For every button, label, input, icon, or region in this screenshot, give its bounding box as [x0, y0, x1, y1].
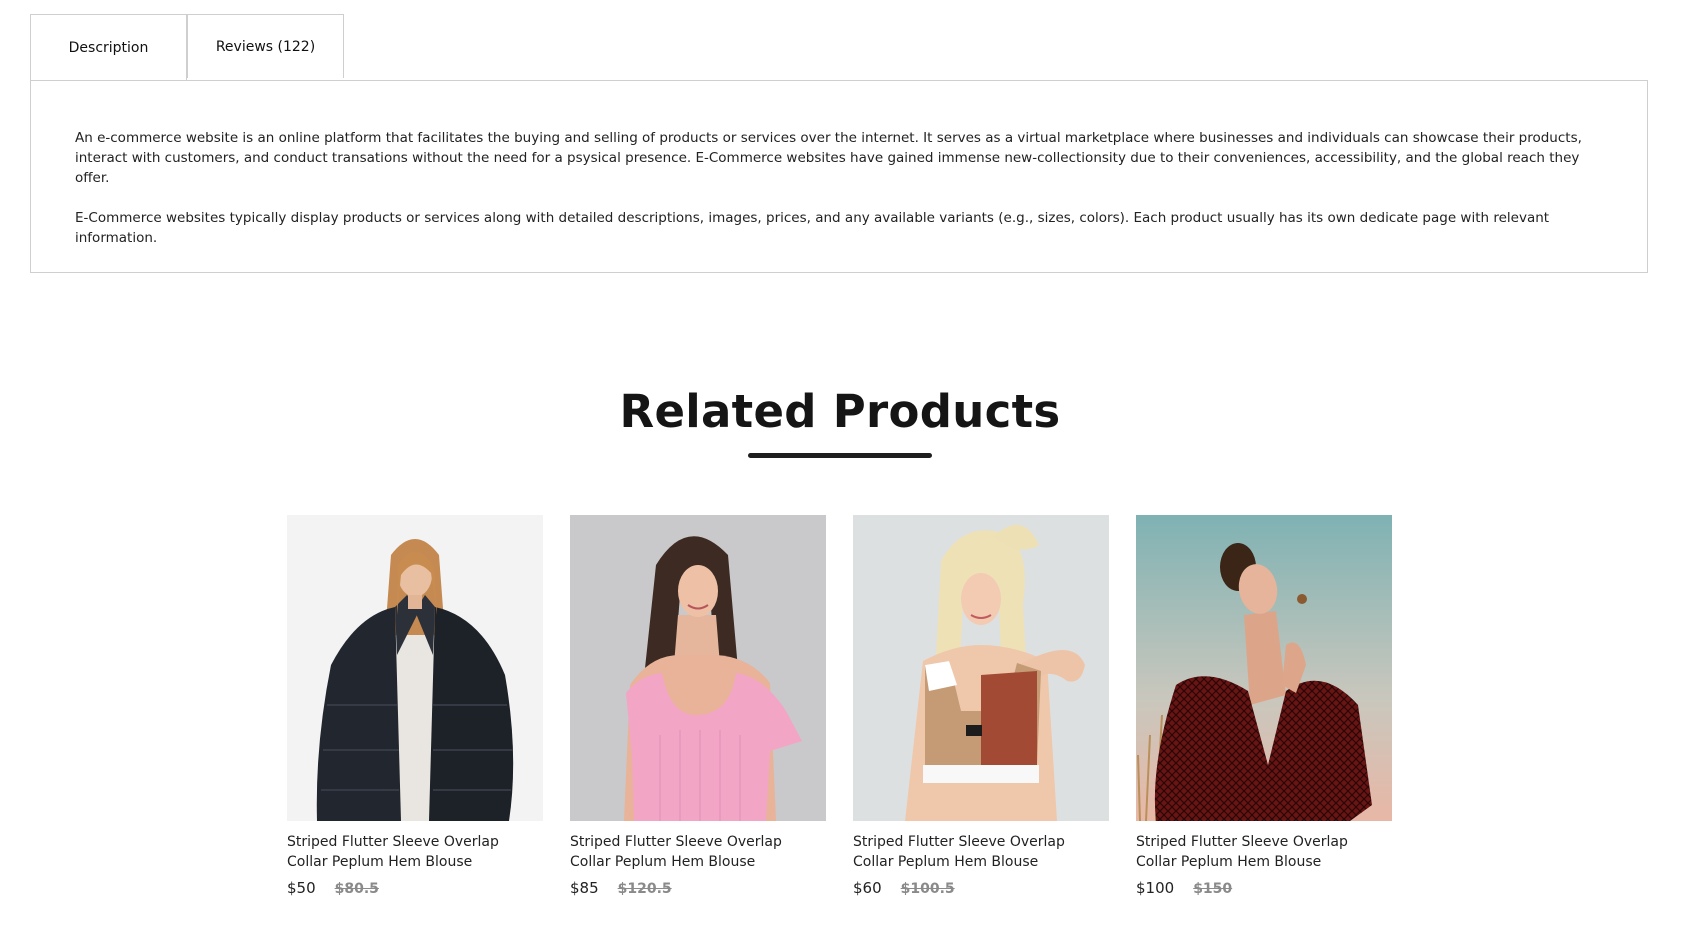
product-photo-sports-bra: [853, 515, 1109, 821]
price-row: $100 $150: [1136, 879, 1392, 897]
product-card[interactable]: Striped Flutter Sleeve Overlap Collar Pe…: [287, 515, 543, 897]
product-name[interactable]: Striped Flutter Sleeve Overlap Collar Pe…: [1136, 832, 1392, 872]
product-card[interactable]: Striped Flutter Sleeve Overlap Collar Pe…: [853, 515, 1109, 897]
product-price: $100: [1136, 879, 1175, 897]
price-row: $85 $120.5: [570, 879, 826, 897]
product-price: $50: [287, 879, 316, 897]
product-name[interactable]: Striped Flutter Sleeve Overlap Collar Pe…: [570, 832, 826, 872]
product-old-price: $150: [1193, 881, 1233, 897]
title-underline: [748, 453, 932, 458]
product-old-price: $80.5: [334, 881, 379, 897]
product-tabs: Description Reviews (122): [30, 14, 344, 80]
product-image[interactable]: [853, 515, 1109, 821]
price-row: $60 $100.5: [853, 879, 1109, 897]
product-old-price: $120.5: [617, 881, 672, 897]
product-old-price: $100.5: [900, 881, 955, 897]
product-photo-pink-top: [570, 515, 826, 821]
related-products-title: Related Products: [619, 385, 1061, 438]
tab-description[interactable]: Description: [30, 14, 187, 80]
product-card[interactable]: Striped Flutter Sleeve Overlap Collar Pe…: [570, 515, 826, 897]
product-name[interactable]: Striped Flutter Sleeve Overlap Collar Pe…: [287, 832, 543, 872]
product-price: $60: [853, 879, 882, 897]
product-image[interactable]: [287, 515, 543, 821]
product-price: $85: [570, 879, 599, 897]
product-image[interactable]: [1136, 515, 1392, 821]
description-panel: An e-commerce website is an online platf…: [30, 80, 1648, 273]
product-image[interactable]: [570, 515, 826, 821]
description-paragraph: E-Commerce websites typically display pr…: [75, 210, 1550, 246]
price-row: $50 $80.5: [287, 879, 543, 897]
product-card[interactable]: Striped Flutter Sleeve Overlap Collar Pe…: [1136, 515, 1392, 897]
related-products-grid: Striped Flutter Sleeve Overlap Collar Pe…: [287, 515, 1392, 897]
product-photo-black-fur-jacket: [287, 515, 543, 821]
description-paragraph: An e-commerce website is an online platf…: [75, 130, 1582, 186]
product-photo-red-patterned-blouse: [1136, 515, 1392, 821]
tab-reviews[interactable]: Reviews (122): [187, 14, 344, 78]
product-name[interactable]: Striped Flutter Sleeve Overlap Collar Pe…: [853, 832, 1109, 872]
